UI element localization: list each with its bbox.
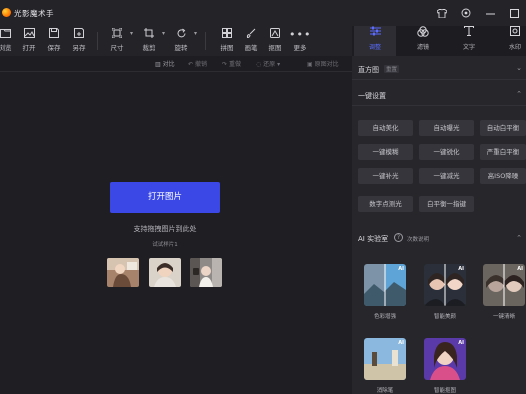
browse-icon <box>0 28 16 41</box>
save-icon <box>43 28 65 41</box>
settings-icon[interactable] <box>454 0 478 26</box>
save-as-icon <box>68 28 90 41</box>
undo-button[interactable]: ↶ 撤销 <box>188 59 207 68</box>
rotate-dropdown-icon[interactable]: ▾ <box>194 30 197 37</box>
watermark-icon <box>494 26 526 40</box>
chevron-up-icon[interactable]: ⌃ <box>516 234 522 242</box>
one-click-title: 一键设置 <box>358 92 386 100</box>
crop-dropdown-icon[interactable]: ▾ <box>162 30 165 37</box>
ai-card-label: 消除笔 <box>376 388 394 394</box>
chevron-down-icon[interactable]: ⌄ <box>516 64 522 72</box>
right-panel: 调整 滤镜 文字 水印 直方图 重置 ⌄ 一键设置 ⌃ 自动美化 自动曝光 自动… <box>352 26 526 394</box>
main-toolbar: 浏览 打开 保存 另存 尺寸 ▾ 裁剪 ▾ 旋转 ▾ 拼图 画笔 抠图 ••• … <box>0 26 352 56</box>
high-iso-denoise-button[interactable]: 高ISO降噪 <box>480 168 526 184</box>
tab-filter[interactable]: 滤镜 <box>402 26 444 56</box>
sample-image-3[interactable] <box>190 258 222 287</box>
reduce-light-button[interactable]: 一键减光 <box>419 168 474 184</box>
ai-badge: AI <box>517 266 523 272</box>
frame-icon <box>264 28 286 41</box>
ai-badge: AI <box>458 266 464 272</box>
rotate-icon <box>170 28 192 41</box>
ai-badge: AI <box>398 266 404 272</box>
maximize-icon[interactable] <box>502 0 526 26</box>
rotate-button[interactable]: 旋转 <box>170 28 192 52</box>
crop-button[interactable]: 裁剪 <box>138 28 160 52</box>
size-dropdown-icon[interactable]: ▾ <box>130 30 133 37</box>
drag-hint: 支持拖拽图片到此处 <box>133 225 197 233</box>
redo-button[interactable]: ↷ 重做 <box>222 59 241 68</box>
fill-light-button[interactable]: 一键补光 <box>358 168 413 184</box>
ai-card-label: 智能美颜 <box>433 314 456 320</box>
collage-icon <box>216 28 238 41</box>
ai-card-eraser[interactable]: AI <box>364 338 406 380</box>
cutout-button[interactable]: 抠图 <box>264 28 286 52</box>
app-title: 光影魔术手 <box>14 9 54 18</box>
open-image-button[interactable]: 打开图片 <box>110 182 220 213</box>
help-icon[interactable]: ? <box>394 233 403 242</box>
original-compare-button[interactable]: ▣ 原图对比 <box>307 59 339 68</box>
sample-image-1[interactable] <box>107 258 139 287</box>
browse-button[interactable]: 浏览 <box>0 28 16 52</box>
ai-card-one-click-clear[interactable]: AI <box>483 264 525 306</box>
histogram-reset-button[interactable]: 重置 <box>384 65 400 73</box>
ai-card-label: 智能抠图 <box>433 388 456 394</box>
ai-card-color-enhance[interactable]: AI <box>364 264 406 306</box>
crop-icon <box>138 28 160 41</box>
tab-adjust[interactable]: 调整 <box>354 26 396 56</box>
ai-usage-link[interactable]: 次数说明 <box>407 235 429 243</box>
strict-white-balance-button[interactable]: 严重白平衡 <box>480 144 526 160</box>
compare-button[interactable]: ▥ 对比 <box>155 59 175 68</box>
auto-beautify-button[interactable]: 自动美化 <box>358 120 413 136</box>
more-button[interactable]: ••• 更多 <box>289 28 311 52</box>
white-balance-pick-button[interactable]: 白平衡一指键 <box>419 196 474 212</box>
save-button[interactable]: 保存 <box>43 28 65 52</box>
app-logo-icon <box>2 8 11 17</box>
title-bar: 光影魔术手 <box>0 0 526 26</box>
open-icon <box>18 28 40 41</box>
ai-badge: AI <box>398 340 404 346</box>
tab-watermark[interactable]: 水印 <box>494 26 526 56</box>
edit-subbar: ▥ 对比 ↶ 撤销 ↷ 重做 ◌ 还原 ▾ ▣ 原图对比 <box>0 56 352 72</box>
open-button[interactable]: 打开 <box>18 28 40 52</box>
ai-lab-title: AI 实验室 <box>358 235 389 243</box>
ai-lab-header[interactable]: AI 实验室 ? 次数说明 ⌃ <box>352 228 526 248</box>
one-click-blur-button[interactable]: 一键模糊 <box>358 144 413 160</box>
histogram-section[interactable]: 直方图 重置 ⌄ <box>352 58 526 80</box>
toolbar-divider <box>205 32 206 50</box>
one-click-section[interactable]: 一键设置 ⌃ <box>352 84 526 106</box>
ai-card-label: 一键清晰 <box>492 314 515 320</box>
brush-icon <box>240 28 262 41</box>
filter-icon <box>402 26 444 40</box>
brush-button[interactable]: 画笔 <box>240 28 262 52</box>
sample-label: 试试样片1 <box>152 242 178 248</box>
histogram-title: 直方图 <box>358 66 379 74</box>
more-icon: ••• <box>289 28 312 41</box>
tab-text[interactable]: 文字 <box>448 26 490 56</box>
collage-button[interactable]: 拼图 <box>216 28 238 52</box>
auto-white-balance-button[interactable]: 自动白平衡 <box>480 120 526 136</box>
adjust-icon <box>354 26 396 40</box>
ai-card-smart-cutout[interactable]: AI <box>424 338 466 380</box>
ai-card-smart-beauty[interactable]: AI <box>424 264 466 306</box>
ai-card-label: 色彩增强 <box>373 314 396 320</box>
minimize-icon[interactable] <box>478 0 502 26</box>
restore-button[interactable]: ◌ 还原 ▾ <box>256 59 280 68</box>
toolbar-divider <box>97 32 98 50</box>
save-as-button[interactable]: 另存 <box>68 28 90 52</box>
ai-badge: AI <box>458 340 464 346</box>
window-controls <box>430 0 526 26</box>
spot-metering-button[interactable]: 数字点测光 <box>358 196 413 212</box>
shirt-icon[interactable] <box>430 0 454 26</box>
size-icon <box>106 27 128 41</box>
panel-tabs: 调整 滤镜 文字 水印 <box>352 26 526 56</box>
text-icon <box>448 26 490 40</box>
sample-image-2[interactable] <box>149 258 181 287</box>
chevron-up-icon[interactable]: ⌃ <box>516 90 522 98</box>
canvas-area[interactable]: 打开图片 支持拖拽图片到此处 试试样片1 <box>0 72 352 394</box>
size-button[interactable]: 尺寸 <box>106 27 128 52</box>
one-click-sharpen-button[interactable]: 一键锐化 <box>419 144 474 160</box>
auto-exposure-button[interactable]: 自动曝光 <box>419 120 474 136</box>
